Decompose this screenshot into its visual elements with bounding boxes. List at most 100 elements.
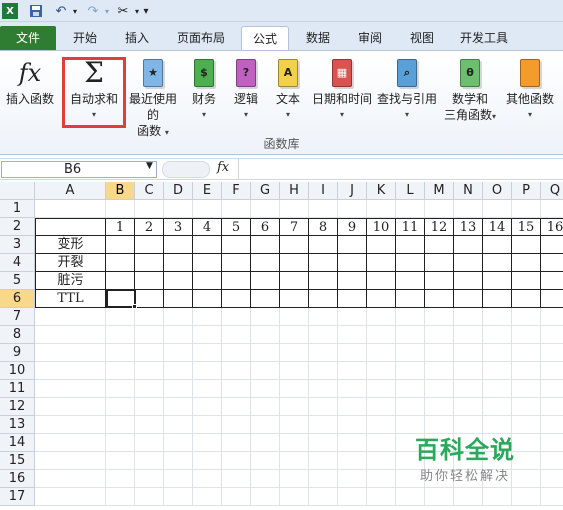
cell-m2[interactable]: 12	[425, 218, 454, 236]
cell-g3[interactable]	[251, 236, 280, 254]
cell-e13[interactable]	[193, 416, 222, 434]
cell-c7[interactable]	[135, 308, 164, 326]
cell-h7[interactable]	[280, 308, 309, 326]
cell-p3[interactable]	[512, 236, 541, 254]
cell-q2[interactable]: 16	[541, 218, 563, 236]
other-dropdown-icon[interactable]: ▾	[502, 107, 558, 123]
datetime-button[interactable]: ▦ 日期和时间 ▾	[310, 57, 374, 123]
cell-j8[interactable]	[338, 326, 367, 344]
cell-l4[interactable]	[396, 254, 425, 272]
cell-g16[interactable]	[251, 470, 280, 488]
cell-i4[interactable]	[309, 254, 338, 272]
cell-j6[interactable]	[338, 290, 367, 308]
cell-g15[interactable]	[251, 452, 280, 470]
cell-q9[interactable]	[541, 344, 563, 362]
cell-c1[interactable]	[135, 200, 164, 218]
cell-k4[interactable]	[367, 254, 396, 272]
cell-g2[interactable]: 6	[251, 218, 280, 236]
cell-n12[interactable]	[454, 398, 483, 416]
row-header-6[interactable]: 6	[0, 290, 35, 308]
cell-f7[interactable]	[222, 308, 251, 326]
row-header-2[interactable]: 2	[0, 218, 35, 236]
cell-m1[interactable]	[425, 200, 454, 218]
cell-q17[interactable]	[541, 488, 563, 506]
cell-a13[interactable]	[35, 416, 106, 434]
cell-k9[interactable]	[367, 344, 396, 362]
cell-j17[interactable]	[338, 488, 367, 506]
cell-g14[interactable]	[251, 434, 280, 452]
cell-h9[interactable]	[280, 344, 309, 362]
cell-h11[interactable]	[280, 380, 309, 398]
cell-i6[interactable]	[309, 290, 338, 308]
row-header-14[interactable]: 14	[0, 434, 35, 452]
cell-c15[interactable]	[135, 452, 164, 470]
other-functions-button[interactable]: 其他函数 ▾	[502, 57, 558, 123]
cell-d5[interactable]	[164, 272, 193, 290]
cell-g9[interactable]	[251, 344, 280, 362]
cell-k16[interactable]	[367, 470, 396, 488]
row-header-7[interactable]: 7	[0, 308, 35, 326]
cell-h16[interactable]	[280, 470, 309, 488]
cell-e16[interactable]	[193, 470, 222, 488]
cell-k3[interactable]	[367, 236, 396, 254]
cell-l7[interactable]	[396, 308, 425, 326]
cell-h1[interactable]	[280, 200, 309, 218]
cell-q7[interactable]	[541, 308, 563, 326]
cell-e6[interactable]	[193, 290, 222, 308]
cell-c6[interactable]	[135, 290, 164, 308]
cell-d7[interactable]	[164, 308, 193, 326]
cell-n4[interactable]	[454, 254, 483, 272]
cell-n1[interactable]	[454, 200, 483, 218]
cell-e12[interactable]	[193, 398, 222, 416]
cell-c14[interactable]	[135, 434, 164, 452]
row-header-4[interactable]: 4	[0, 254, 35, 272]
cell-b4[interactable]	[106, 254, 135, 272]
cell-o17[interactable]	[483, 488, 512, 506]
cell-e2[interactable]: 4	[193, 218, 222, 236]
cell-b10[interactable]	[106, 362, 135, 380]
cell-d1[interactable]	[164, 200, 193, 218]
cell-m9[interactable]	[425, 344, 454, 362]
row-header-17[interactable]: 17	[0, 488, 35, 506]
cell-a6[interactable]: TTL	[35, 290, 106, 308]
cell-n11[interactable]	[454, 380, 483, 398]
cell-b7[interactable]	[106, 308, 135, 326]
cell-i9[interactable]	[309, 344, 338, 362]
cell-a9[interactable]	[35, 344, 106, 362]
cell-o11[interactable]	[483, 380, 512, 398]
cell-f12[interactable]	[222, 398, 251, 416]
cell-b17[interactable]	[106, 488, 135, 506]
cell-n3[interactable]	[454, 236, 483, 254]
cell-a12[interactable]	[35, 398, 106, 416]
row-header-1[interactable]: 1	[0, 200, 35, 218]
cell-d13[interactable]	[164, 416, 193, 434]
cell-l12[interactable]	[396, 398, 425, 416]
row-header-11[interactable]: 11	[0, 380, 35, 398]
cell-b8[interactable]	[106, 326, 135, 344]
cell-j12[interactable]	[338, 398, 367, 416]
cell-a15[interactable]	[35, 452, 106, 470]
cell-o7[interactable]	[483, 308, 512, 326]
customize-qat-button[interactable]: ▾	[141, 3, 151, 19]
cell-a2[interactable]	[35, 218, 106, 236]
cell-k6[interactable]	[367, 290, 396, 308]
cell-g17[interactable]	[251, 488, 280, 506]
cell-i15[interactable]	[309, 452, 338, 470]
text-dropdown-icon[interactable]: ▾	[270, 107, 306, 123]
row-header-15[interactable]: 15	[0, 452, 35, 470]
cell-d15[interactable]	[164, 452, 193, 470]
cell-d9[interactable]	[164, 344, 193, 362]
cell-b16[interactable]	[106, 470, 135, 488]
cell-g13[interactable]	[251, 416, 280, 434]
cell-a1[interactable]	[35, 200, 106, 218]
cell-j10[interactable]	[338, 362, 367, 380]
cell-j16[interactable]	[338, 470, 367, 488]
tab-view[interactable]: 视图	[399, 26, 445, 51]
cell-b3[interactable]	[106, 236, 135, 254]
cell-a5[interactable]: 脏污	[35, 272, 106, 290]
cell-j13[interactable]	[338, 416, 367, 434]
cell-b15[interactable]	[106, 452, 135, 470]
cell-g7[interactable]	[251, 308, 280, 326]
lookup-button[interactable]: ⌕ 查找与引用 ▾	[376, 57, 438, 123]
cell-m6[interactable]	[425, 290, 454, 308]
